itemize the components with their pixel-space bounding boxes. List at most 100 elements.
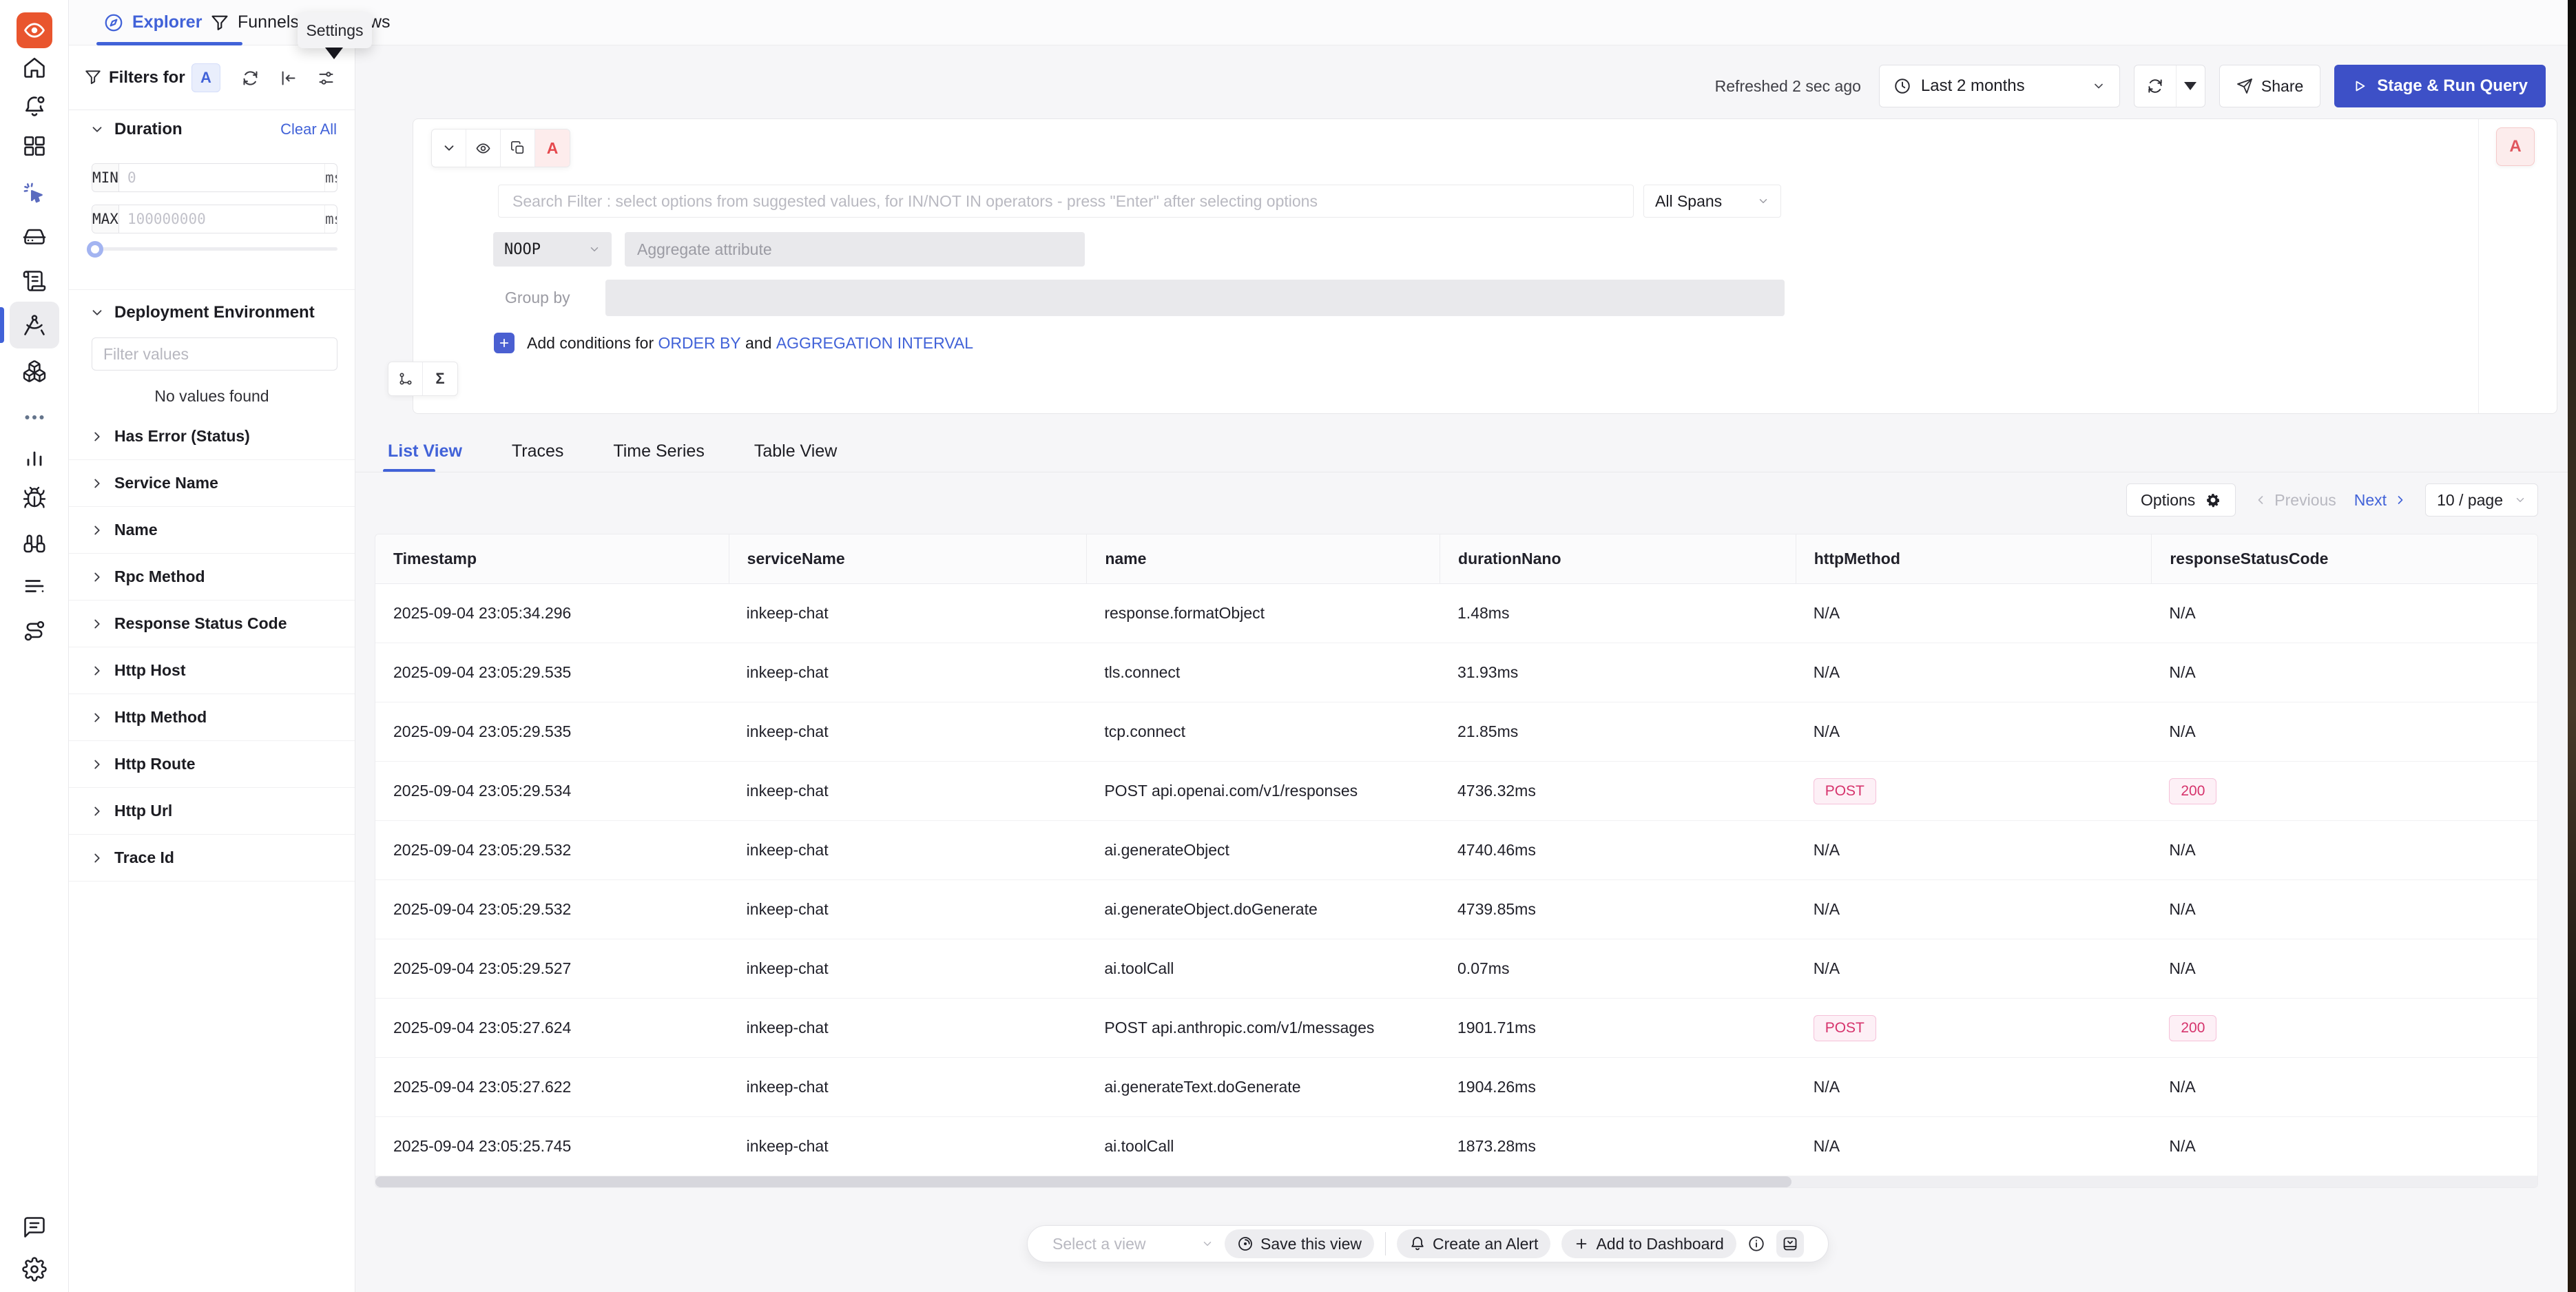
refresh-button[interactable] — [2134, 65, 2176, 107]
page-size-dropdown[interactable]: 10 / page — [2425, 483, 2538, 517]
select-view-dropdown[interactable]: Select a view — [1037, 1235, 1214, 1253]
info-icon[interactable] — [1747, 1235, 1765, 1253]
table-row[interactable]: 2025-09-04 23:05:27.622inkeep-chatai.gen… — [375, 1058, 2537, 1117]
column-header-name[interactable]: name — [1086, 534, 1440, 583]
options-button[interactable]: Options — [2126, 483, 2236, 517]
refresh-options-button[interactable] — [2176, 65, 2205, 107]
filter-section-response-status-code[interactable]: Response Status Code — [69, 601, 355, 647]
clone-query-button[interactable] — [501, 129, 535, 167]
nav-metrics-icon[interactable] — [21, 443, 48, 470]
nav-services-icon[interactable] — [21, 357, 48, 385]
filter-section-service-name[interactable]: Service Name — [69, 460, 355, 507]
save-view-button[interactable]: Save this view — [1225, 1229, 1374, 1258]
search-filter-input[interactable] — [498, 185, 1634, 218]
filters-title: Filters for — [109, 68, 185, 87]
aggregate-operator-dropdown[interactable]: NOOP — [493, 232, 612, 267]
sync-filters-icon[interactable] — [241, 69, 260, 87]
stage-run-query-button[interactable]: Stage & Run Query — [2334, 65, 2546, 107]
time-range-dropdown[interactable]: Last 2 months — [1879, 65, 2120, 107]
filters-query-badge[interactable]: A — [191, 63, 220, 92]
filter-section-name[interactable]: Name — [69, 507, 355, 554]
duration-slider-handle[interactable] — [87, 241, 103, 258]
query-name-chip[interactable]: A — [2496, 127, 2535, 166]
toggle-query-visibility-button[interactable] — [466, 129, 501, 167]
filter-settings-icon[interactable] — [317, 69, 335, 87]
add-condition-button[interactable] — [494, 333, 515, 353]
support-chat-icon[interactable] — [21, 1213, 48, 1241]
share-button[interactable]: Share — [2219, 65, 2320, 107]
filter-section-http-url[interactable]: Http Url — [69, 788, 355, 835]
deployment-env-filter-input[interactable] — [92, 337, 337, 371]
tab-explorer[interactable]: Explorer — [103, 0, 202, 45]
duration-slider-track[interactable] — [92, 247, 337, 251]
group-by-input[interactable] — [605, 280, 1785, 316]
add-query-button[interactable] — [388, 362, 423, 395]
duration-section-header[interactable]: Duration Clear All — [69, 114, 355, 145]
column-header-servicename[interactable]: serviceName — [729, 534, 1087, 583]
span-scope-dropdown[interactable]: All Spans — [1643, 185, 1781, 218]
table-row[interactable]: 2025-09-04 23:05:29.527inkeep-chatai.too… — [375, 939, 2537, 999]
nav-exceptions-icon[interactable] — [21, 484, 48, 512]
filter-section-trace-id[interactable]: Trace Id — [69, 835, 355, 882]
table-row[interactable]: 2025-09-04 23:05:29.535inkeep-chattls.co… — [375, 643, 2537, 702]
nav-home-icon[interactable] — [21, 54, 48, 81]
duration-min-input[interactable] — [119, 164, 324, 191]
table-row[interactable]: 2025-09-04 23:05:27.624inkeep-chatPOST a… — [375, 999, 2537, 1058]
nav-dashboards-icon[interactable] — [21, 132, 48, 160]
tab-views[interactable]: ws — [369, 0, 391, 45]
create-alert-button[interactable]: Create an Alert — [1397, 1229, 1550, 1258]
column-header-timestamp[interactable]: Timestamp — [375, 534, 729, 583]
nav-pipelines-icon[interactable] — [21, 572, 48, 600]
collapse-panel-button[interactable] — [1776, 1230, 1804, 1258]
deployment-env-section-header[interactable]: Deployment Environment — [69, 298, 355, 328]
settings-tooltip: Settings — [298, 12, 372, 48]
add-formula-button[interactable]: Σ — [423, 362, 457, 395]
signoz-logo[interactable] — [17, 12, 52, 48]
table-row[interactable]: 2025-09-04 23:05:34.296inkeep-chatrespon… — [375, 584, 2537, 643]
tab-time-series[interactable]: Time Series — [613, 441, 704, 461]
tab-traces[interactable]: Traces — [512, 441, 563, 461]
filter-section-http-host[interactable]: Http Host — [69, 647, 355, 694]
aggregation-interval-link[interactable]: AGGREGATION INTERVAL — [776, 334, 973, 352]
column-header-responsestatuscode[interactable]: responseStatusCode — [2151, 534, 2537, 583]
filter-section-http-method[interactable]: Http Method — [69, 694, 355, 741]
aggregate-attribute-input[interactable] — [625, 232, 1085, 267]
filter-section-has-error-status[interactable]: Has Error (Status) — [69, 413, 355, 460]
order-by-link[interactable]: ORDER BY — [658, 334, 741, 352]
query-label-button[interactable]: A — [535, 129, 570, 167]
horizontal-scrollbar-thumb[interactable] — [375, 1176, 1791, 1187]
table-row[interactable]: 2025-09-04 23:05:29.532inkeep-chatai.gen… — [375, 880, 2537, 939]
nav-traces-icon[interactable] — [21, 311, 48, 339]
table-row[interactable]: 2025-09-04 23:05:29.532inkeep-chatai.gen… — [375, 821, 2537, 880]
chevron-right-icon — [90, 851, 105, 866]
active-nav-indicator — [0, 307, 4, 343]
tab-table-view[interactable]: Table View — [754, 441, 837, 461]
filter-section-http-route[interactable]: Http Route — [69, 741, 355, 788]
table-row[interactable]: 2025-09-04 23:05:29.534inkeep-chatPOST a… — [375, 762, 2537, 821]
pagination-next[interactable]: Next — [2354, 491, 2407, 510]
filter-section-rpc-method[interactable]: Rpc Method — [69, 554, 355, 601]
nav-session-replay-icon[interactable] — [21, 180, 48, 207]
nav-logs-icon[interactable] — [21, 267, 48, 295]
nav-alerts-icon[interactable] — [21, 93, 48, 121]
nav-more-icon[interactable] — [21, 404, 48, 431]
tab-list-view[interactable]: List View — [388, 441, 462, 461]
spans-table: TimestampserviceNamenamedurationNanohttp… — [375, 534, 2538, 1188]
collapse-query-button[interactable] — [432, 129, 466, 167]
add-to-dashboard-button[interactable]: Add to Dashboard — [1561, 1229, 1736, 1258]
duration-max-input[interactable] — [119, 205, 324, 233]
horizontal-scrollbar[interactable] — [375, 1176, 2537, 1187]
tab-funnels[interactable]: Funnels — [210, 0, 299, 45]
pagination-previous[interactable]: Previous — [2254, 491, 2336, 510]
table-row[interactable]: 2025-09-04 23:05:25.745inkeep-chatai.too… — [375, 1117, 2537, 1176]
table-row[interactable]: 2025-09-04 23:05:29.535inkeep-chattcp.co… — [375, 702, 2537, 762]
cell-timestamp: 2025-09-04 23:05:27.624 — [375, 999, 729, 1057]
column-header-durationnano[interactable]: durationNano — [1440, 534, 1796, 583]
collapse-sidebar-icon[interactable] — [279, 69, 298, 87]
nav-explore-icon[interactable] — [21, 530, 48, 557]
nav-infrastructure-icon[interactable] — [21, 222, 48, 250]
settings-gear-icon[interactable] — [21, 1255, 48, 1283]
clear-all-link[interactable]: Clear All — [280, 121, 337, 138]
column-header-httpmethod[interactable]: httpMethod — [1796, 534, 2152, 583]
nav-integrations-icon[interactable] — [21, 617, 48, 645]
